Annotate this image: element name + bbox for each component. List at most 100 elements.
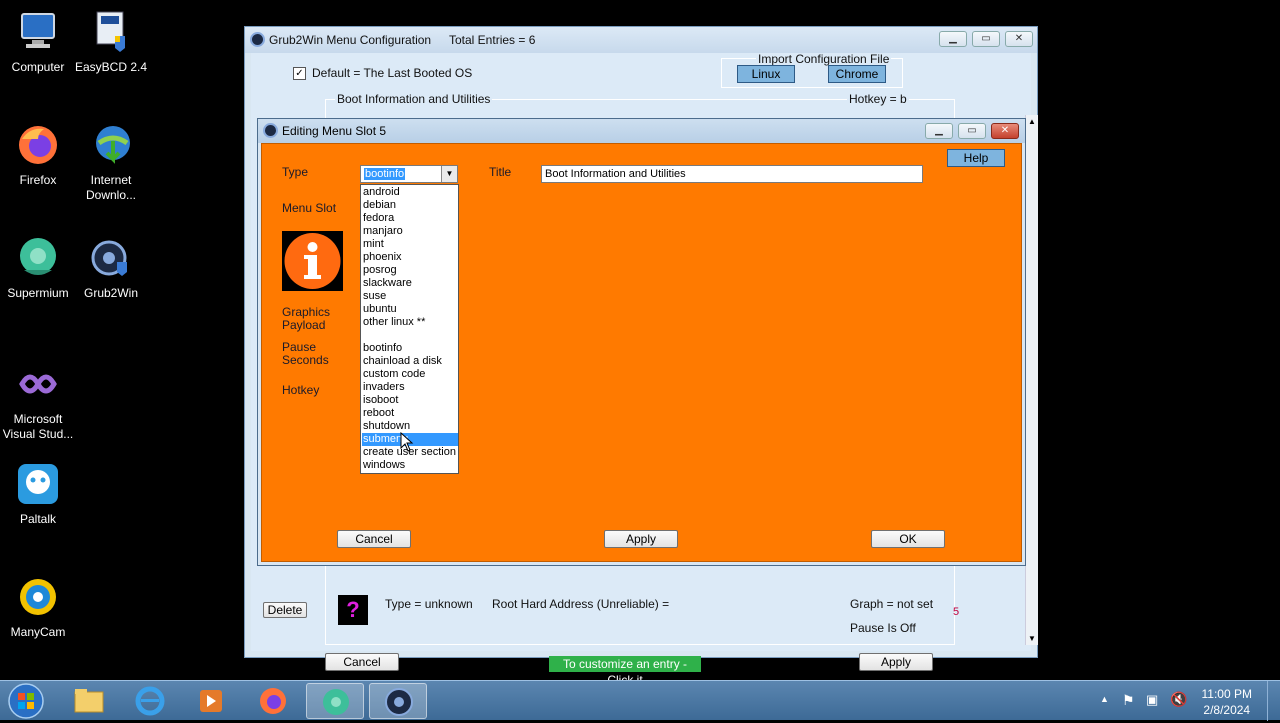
taskbar-explorer[interactable] [60,683,118,719]
network-icon[interactable]: ▣ [1146,692,1158,708]
mouse-cursor-icon [400,432,414,452]
default-checkbox-label: Default = The Last Booted OS [312,66,473,80]
taskbar-ie[interactable] [121,683,179,719]
desktop-icon-label: Microsoft Visual Stud... [2,412,74,441]
chevron-down-icon[interactable]: ▼ [441,166,457,182]
show-hidden-icons[interactable]: ▲ [1100,694,1109,704]
maximize-button[interactable]: ▭ [972,31,1000,47]
dropdown-item[interactable]: ubuntu [362,303,458,316]
delete-button[interactable]: Delete [263,602,307,618]
title-input[interactable]: Boot Information and Utilities [541,165,923,183]
dialog-titlebar[interactable]: Editing Menu Slot 5 ▁ ▭ ✕ [258,119,1025,143]
question-mark-icon: ? [346,597,360,622]
type-select-value: bootinfo [364,168,406,180]
dropdown-item[interactable]: android [362,186,458,199]
desktop-icon-label: Internet Downlo... [85,173,137,202]
grub2win-icon [87,234,135,282]
internet-explorer-icon [135,686,165,716]
import-linux-button[interactable]: Linux [737,65,795,83]
dialog-apply-button[interactable]: Apply [604,530,678,548]
grub2win-app-icon [263,123,278,138]
dialog-title: Editing Menu Slot 5 [282,124,387,138]
close-button[interactable]: ✕ [1005,31,1033,47]
desktop-icon-visual-studio[interactable]: Microsoft Visual Stud... [0,360,76,442]
show-desktop-button[interactable] [1267,681,1280,721]
unknown-entry-icon: ? [338,595,368,625]
desktop-icon-grub2win[interactable]: Grub2Win [73,234,149,301]
dropdown-item[interactable]: other linux ** [362,316,458,329]
payload-label: Payload [282,318,326,332]
minimize-button[interactable]: ▁ [939,31,967,47]
dropdown-item[interactable]: suse [362,290,458,303]
action-center-flag-icon[interactable]: ⚑ [1122,692,1135,709]
computer-icon [14,8,62,56]
paltalk-icon [14,460,62,508]
taskbar-media[interactable] [182,683,240,719]
dialog-minimize-button[interactable]: ▁ [925,123,953,139]
system-clock[interactable]: 11:00 PM 2/8/2024 [1202,686,1252,718]
type-select[interactable]: bootinfo ▼ [360,165,458,183]
scroll-up-icon[interactable]: ▲ [1028,117,1036,126]
dropdown-item[interactable]: bootinfo [362,342,458,355]
taskbar-grub2win[interactable] [369,683,427,719]
desktop-icon-label: Computer [11,60,65,74]
dropdown-item[interactable]: invaders [362,381,458,394]
scroll-down-icon[interactable]: ▼ [1028,634,1036,643]
hotkey-label: Hotkey [282,383,320,397]
media-player-icon [200,690,222,712]
main-apply-button[interactable]: Apply [859,653,933,671]
type-label: Type [282,165,309,179]
dropdown-item[interactable]: windows [362,459,458,472]
dropdown-item[interactable]: custom code [362,368,458,381]
dropdown-item[interactable]: debian [362,199,458,212]
desktop-icon-paltalk[interactable]: Paltalk [0,460,76,527]
desktop-icon-internet-download[interactable]: Internet Downlo... [73,121,149,203]
supermium-icon [323,689,349,715]
desktop-icon-label: Paltalk [19,512,57,526]
dropdown-item[interactable]: chainload a disk [362,355,458,368]
entry-group-hotkey: Hotkey = b [847,92,909,106]
main-window-titlebar[interactable]: Grub2Win Menu Configuration Total Entrie… [245,27,1037,53]
type-dropdown-list[interactable]: android debian fedora manjaro mint phoenix pos… [360,184,459,474]
taskbar-supermium[interactable] [306,683,364,719]
desktop-icon-computer[interactable]: Computer [0,8,76,75]
desktop-icon-easybcd[interactable]: EasyBCD 2.4 [73,8,149,75]
dialog-close-button[interactable]: ✕ [991,123,1019,139]
dropdown-item[interactable]: mint [362,238,458,251]
desktop-icon-firefox[interactable]: Firefox [0,121,76,188]
desktop-icon-label: Grub2Win [83,286,139,300]
download-manager-icon [87,121,135,169]
scrollbar[interactable]: ▲ ▼ [1025,115,1038,645]
info-icon [284,233,341,289]
taskbar-firefox[interactable] [244,683,302,719]
import-chrome-button[interactable]: Chrome [828,65,886,83]
entry-graph: Graph = not set [850,597,934,611]
total-entries: Total Entries = 6 [449,33,536,47]
dialog-ok-button[interactable]: OK [871,530,945,548]
dropdown-item[interactable]: isoboot [362,394,458,407]
dialog-maximize-button[interactable]: ▭ [958,123,986,139]
dropdown-item[interactable]: phoenix [362,251,458,264]
dropdown-item[interactable]: reboot [362,407,458,420]
help-button[interactable]: Help [947,149,1005,167]
menu-slot-label: Menu Slot [282,201,337,215]
desktop-icon-manycam[interactable]: ManyCam [0,573,76,640]
main-cancel-button[interactable]: Cancel [325,653,399,671]
title-label: Title [489,165,512,179]
dropdown-item[interactable]: fedora [362,212,458,225]
desktop-icon-supermium[interactable]: Supermium [0,234,76,301]
main-window-title: Grub2Win Menu Configuration [269,33,432,47]
dropdown-item[interactable]: posrog [362,264,458,277]
dropdown-separator [362,329,458,342]
folder-icon [74,689,104,713]
dropdown-item[interactable]: slackware [362,277,458,290]
start-button[interactable] [4,682,48,720]
entry-pause: Pause Is Off [850,621,916,635]
dropdown-item[interactable]: manjaro [362,225,458,238]
entry-type: Type = unknown [385,597,473,611]
dialog-cancel-button[interactable]: Cancel [337,530,411,548]
easybcd-icon [87,8,135,56]
desktop-icon-label: ManyCam [10,625,66,639]
default-checkbox[interactable]: ✓ [293,67,306,80]
volume-muted-icon[interactable]: 🔇 [1170,691,1187,708]
